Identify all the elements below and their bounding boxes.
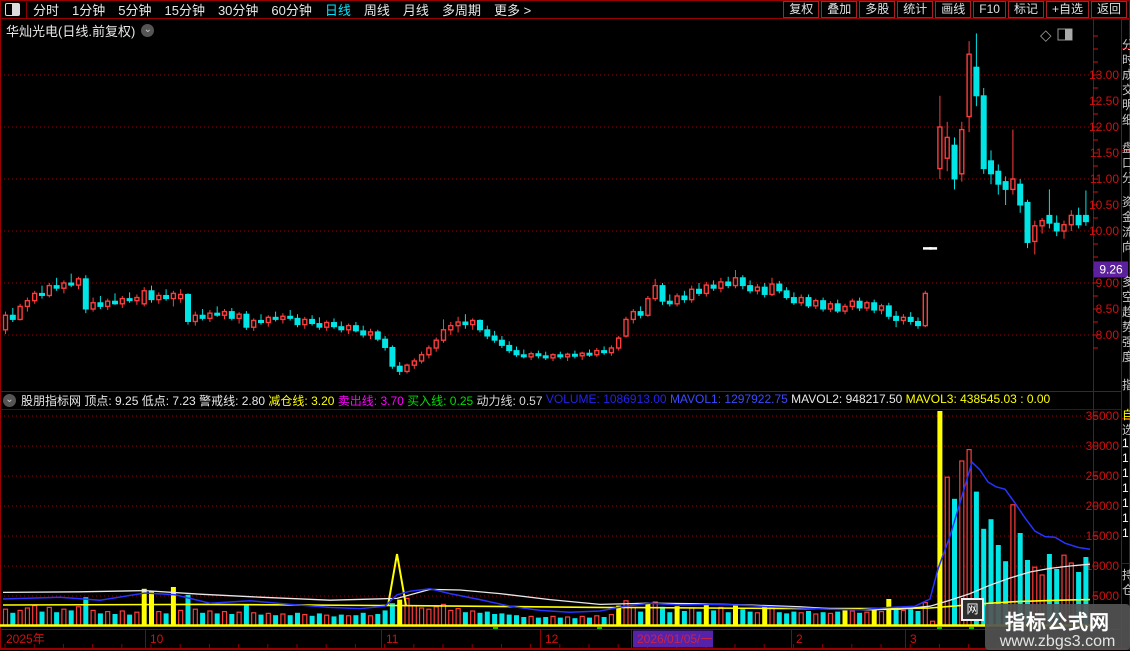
mavol1-line — [2, 460, 1091, 613]
indicator-segment-0: 股朋指标网 — [21, 393, 85, 408]
sidebar-glyph-23: 1 — [1122, 451, 1129, 465]
menu-item-9[interactable]: 多周期 — [442, 0, 481, 19]
watermark-site-name: 指标公式网 — [1005, 612, 1110, 634]
watermark-logo-icon: 网 — [961, 598, 984, 621]
sidebar-glyph-28: 1 — [1122, 526, 1129, 540]
menu-item-0[interactable]: 分时 — [33, 0, 59, 19]
watermark: 指标公式网 www.zbgs3.com — [985, 604, 1130, 650]
menu-item-4[interactable]: 30分钟 — [218, 0, 258, 19]
sidebar-glyph-5: 细 — [1122, 113, 1130, 127]
menu-item-8[interactable]: 月线 — [403, 0, 429, 19]
svg-text:9.00: 9.00 — [1096, 276, 1120, 290]
indicator-param-row[interactable]: ⌄ 股朋指标网 顶点: 9.25 低点: 7.23 警戒线: 2.80 减仓线:… — [3, 392, 1050, 408]
candlestick-layer[interactable] — [2, 33, 1089, 376]
svg-text:25000: 25000 — [1086, 469, 1120, 483]
titlebar: 华灿光电(日线.前复权) ⌄ — [6, 21, 155, 40]
indicator-segment-1: 顶点: 9.25 — [84, 393, 142, 408]
toolbar-button-2[interactable]: 多股 — [859, 1, 896, 18]
toolbar-button-7[interactable]: +自选 — [1045, 1, 1089, 18]
menu-item-5[interactable]: 60分钟 — [271, 0, 311, 19]
sidebar-glyph-22: 1 — [1122, 436, 1129, 450]
svg-text:10.50: 10.50 — [1089, 198, 1119, 212]
indicator-segment-9: MAVOL1: 1297922.75 — [669, 391, 792, 406]
price-axis: 13.00 12.50 12.00 11.50 11.00 10.50 10.00 9.00 8… — [0, 35, 1128, 349]
sidebar-glyph-12: 向 — [1122, 240, 1130, 254]
svg-text:10.00: 10.00 — [1089, 224, 1119, 238]
indicator-segment-2: 低点: 7.23 — [141, 393, 200, 408]
toolbar-button-0[interactable]: 复权 — [783, 1, 820, 18]
svg-text:◇: ◇ — [1040, 27, 1052, 44]
svg-text:3: 3 — [910, 632, 917, 646]
tdx-stock-app: { "menubar": { "items": [ {"label":"分时",… — [0, 0, 1130, 650]
indicator-values: 股朋指标网 顶点: 9.25 低点: 7.23 警戒线: 2.80 减仓线: 3… — [21, 392, 1050, 409]
menu-item-10[interactable]: 更多 > — [494, 0, 531, 19]
svg-text:11.00: 11.00 — [1090, 172, 1119, 186]
date-axis: 2025年 10 11 12 2026/01/05/一 2 3 — [0, 629, 1130, 649]
indicator-segment-5: 卖出线: 3.70 — [337, 393, 408, 408]
menu-item-7[interactable]: 周线 — [364, 0, 390, 19]
white-dash-marker — [923, 247, 932, 250]
menu-item-3[interactable]: 15分钟 — [164, 0, 204, 19]
svg-text:8.50: 8.50 — [1096, 302, 1120, 316]
svg-text:9.26: 9.26 — [1099, 262, 1123, 276]
indicator-chevron-icon[interactable]: ⌄ — [3, 393, 16, 407]
toolbar-button-3[interactable]: 统计 — [897, 1, 934, 18]
indicator-segment-10: MAVOL2: 948217.50 — [791, 391, 906, 406]
svg-text:2: 2 — [796, 632, 803, 646]
period-menu: 分时 1分钟 5分钟 15分钟 30分钟 60分钟 日线 周线 月线 多周期 更多 > — [33, 0, 544, 19]
svg-text:35000: 35000 — [1086, 409, 1120, 423]
svg-text:5000: 5000 — [1092, 589, 1119, 603]
toolbar-button-6[interactable]: 标记 — [1007, 1, 1044, 18]
svg-text:12.50: 12.50 — [1089, 94, 1119, 108]
svg-text:30000: 30000 — [1086, 439, 1120, 453]
menubar: 分时 1分钟 5分钟 15分钟 30分钟 60分钟 日线 周线 月线 多周期 更多 > 复权 叠加 多股… — [0, 0, 1130, 19]
svg-text:10: 10 — [150, 632, 164, 646]
window-panel-icon[interactable] — [5, 3, 20, 16]
svg-text:8.00: 8.00 — [1096, 328, 1120, 342]
menu-item-1[interactable]: 1分钟 — [72, 0, 105, 19]
svg-text:2025年: 2025年 — [6, 632, 45, 646]
svg-text:12: 12 — [545, 632, 559, 646]
indicator-segment-7: 动力线: 0.57 — [476, 393, 546, 408]
indicator-segment-11: MAVOL3: 438545.03 — [905, 391, 1021, 406]
watermark-site-url: www.zbgs3.com — [999, 633, 1116, 650]
indicator-segment-6: 买入线: 0.25 — [407, 393, 477, 408]
stock-title: 华灿光电(日线.前复权) — [6, 24, 136, 39]
indicator-segment-8: VOLUME: 1086913.00 — [545, 391, 670, 406]
svg-text:12.00: 12.00 — [1089, 120, 1119, 134]
svg-text:11.50: 11.50 — [1090, 146, 1119, 160]
chevron-down-icon[interactable]: ⌄ — [141, 24, 155, 37]
right-vertical-toolbar[interactable]: 分时成交明细盘口分资金流向多空趋势强度指自选1111111持仓 — [1122, 19, 1130, 650]
svg-text:2026/01/05/一: 2026/01/05/一 — [637, 632, 712, 646]
indicator-segment-4: 减仓线: 3.20 — [268, 393, 338, 408]
sidebar-glyph-24: 1 — [1122, 466, 1129, 480]
toolbar-buttons: 复权 叠加 多股 统计 画线 F10 标记 +自选 返回 — [781, 1, 1127, 18]
sidebar-glyph-27: 1 — [1122, 511, 1129, 525]
menu-item-2[interactable]: 5分钟 — [118, 0, 151, 19]
pane-overlay-icons[interactable]: ◇ — [1040, 27, 1073, 44]
svg-text:13.00: 13.00 — [1089, 68, 1119, 82]
indicator-segment-12: : 0.00 — [1020, 391, 1051, 406]
indicator-segment-3: 警戒线: 2.80 — [199, 393, 269, 408]
stock-chart-canvas[interactable]: 13.00 12.50 12.00 11.50 11.00 10.50 10.00 9.00 8… — [0, 0, 1130, 650]
svg-text:20000: 20000 — [1086, 499, 1120, 513]
sidebar-glyph-25: 1 — [1122, 481, 1129, 495]
svg-text:15000: 15000 — [1086, 529, 1120, 543]
toolbar-button-1[interactable]: 叠加 — [821, 1, 858, 18]
sidebar-glyph-18: 度 — [1122, 350, 1130, 364]
svg-text:11: 11 — [386, 632, 399, 646]
sidebar-glyph-26: 1 — [1122, 496, 1129, 510]
sidebar-glyph-30: 仓 — [1122, 583, 1130, 597]
menu-divider — [26, 1, 27, 18]
svg-text:10000: 10000 — [1086, 559, 1120, 573]
sidebar-glyph-19: 指 — [1122, 378, 1130, 392]
toolbar-button-8[interactable]: 返回 — [1090, 1, 1127, 18]
toolbar-button-4[interactable]: 画线 — [935, 1, 972, 18]
sidebar-glyph-8: 分 — [1122, 171, 1130, 185]
menu-item-6[interactable]: 日线 — [325, 0, 351, 19]
toolbar-button-5[interactable]: F10 — [973, 1, 1006, 18]
